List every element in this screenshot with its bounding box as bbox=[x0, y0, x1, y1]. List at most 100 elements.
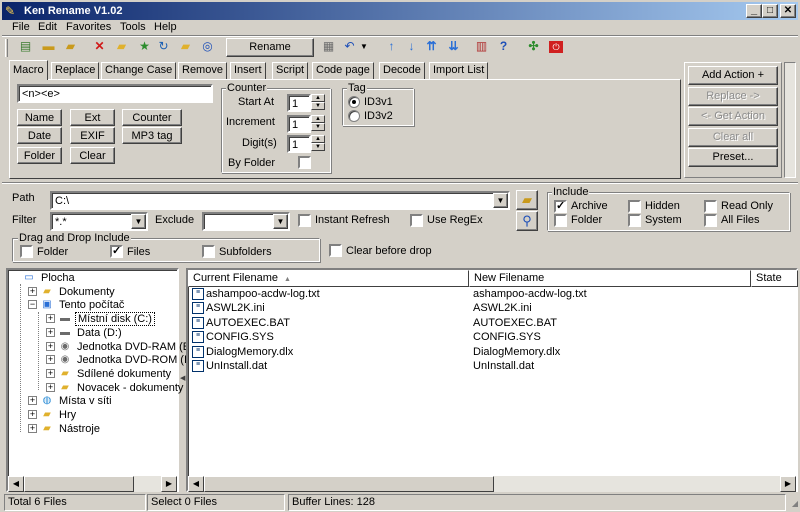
replace-action-button[interactable]: Replace -> bbox=[688, 87, 778, 106]
refresh-icon[interactable]: ↻ bbox=[153, 38, 174, 57]
expand-icon[interactable]: + bbox=[28, 396, 37, 406]
expand-icon[interactable]: + bbox=[28, 423, 37, 433]
spin-down-icon[interactable]: ▼ bbox=[311, 123, 325, 131]
col-new-filename[interactable]: New Filename bbox=[469, 270, 751, 287]
macro-input[interactable]: <n><e> bbox=[17, 84, 213, 103]
archive-checkbox[interactable]: ✓ bbox=[554, 200, 567, 213]
menu-edit[interactable]: Edit bbox=[38, 21, 57, 34]
tab-import-list[interactable]: Import List bbox=[429, 62, 489, 79]
preset-button[interactable]: Preset... bbox=[688, 148, 778, 167]
tree-item[interactable]: + ▰ Dokumenty bbox=[8, 285, 177, 299]
tab-insert[interactable]: Insert bbox=[230, 62, 266, 79]
menu-help[interactable]: Help bbox=[154, 21, 177, 34]
tree-item[interactable]: + ▰ Nástroje bbox=[8, 422, 177, 436]
tree-item[interactable]: + ▰ Novacek - dokumenty bbox=[8, 381, 183, 395]
ext-button[interactable]: Ext bbox=[70, 109, 115, 126]
tree-hscrollbar[interactable]: ◀ ▶ bbox=[8, 476, 177, 492]
scroll-left-icon[interactable]: ◀ bbox=[188, 476, 204, 492]
action-list-scrollbar[interactable] bbox=[784, 62, 796, 178]
increment-spinner[interactable]: ▲ ▼ bbox=[311, 115, 325, 132]
books-icon[interactable]: ▥ bbox=[471, 38, 492, 57]
scroll-left-icon[interactable]: ◀ bbox=[8, 476, 24, 492]
folder-button[interactable]: Folder bbox=[17, 147, 62, 164]
by-folder-checkbox[interactable] bbox=[298, 156, 311, 169]
tab-code-page[interactable]: Code page bbox=[312, 62, 374, 79]
splitter-grip[interactable]: ◀ bbox=[180, 372, 185, 386]
delete-icon[interactable]: ✕ bbox=[89, 38, 110, 57]
dd-subfolders-checkbox[interactable] bbox=[202, 245, 215, 258]
help-icon[interactable]: ? bbox=[493, 38, 514, 57]
file-row[interactable]: ≡ CONFIG.SYS CONFIG.SYS bbox=[188, 330, 796, 344]
scroll-thumb[interactable] bbox=[24, 476, 134, 492]
increment-input[interactable]: 1 bbox=[287, 115, 311, 133]
file-row[interactable]: ≡ UnInstall.dat UnInstall.dat bbox=[188, 359, 796, 373]
browse-folder-icon[interactable]: ▰ bbox=[516, 190, 538, 210]
exit-icon[interactable]: ⏻ bbox=[546, 38, 567, 57]
tree-item[interactable]: + ▬ Místní disk (C:) bbox=[8, 312, 177, 327]
spin-up-icon[interactable]: ▲ bbox=[311, 135, 325, 143]
start-at-spinner[interactable]: ▲ ▼ bbox=[311, 94, 325, 111]
calculator-icon[interactable]: ▦ bbox=[318, 38, 339, 57]
tree-item[interactable]: + ◉ Jednotka DVD-RAM (E bbox=[8, 340, 190, 354]
exclude-dropdown-icon[interactable]: ▼ bbox=[273, 214, 288, 229]
search-icon[interactable]: ⚲ bbox=[516, 211, 538, 231]
undo-dropdown-icon[interactable]: ▼ bbox=[358, 38, 370, 57]
tab-decode[interactable]: Decode bbox=[379, 62, 425, 79]
file-row[interactable]: ≡ ASWL2K.ini ASWL2K.ini bbox=[188, 301, 796, 315]
col-state[interactable]: State bbox=[751, 270, 798, 287]
clear-all-button[interactable]: Clear all bbox=[688, 128, 778, 147]
add-action-button[interactable]: Add Action + bbox=[688, 66, 778, 85]
mp3-tag-button[interactable]: MP3 tag bbox=[122, 127, 182, 144]
use-regex-checkbox[interactable] bbox=[410, 214, 423, 227]
path-dropdown-icon[interactable]: ▼ bbox=[493, 193, 508, 208]
tab-change-case[interactable]: Change Case bbox=[101, 62, 177, 79]
file-row[interactable]: ≡ ashampoo-acdw-log.txt ashampoo-acdw-log.… bbox=[188, 287, 796, 301]
maximize-button[interactable]: □ bbox=[762, 4, 778, 18]
expand-icon[interactable]: + bbox=[46, 341, 55, 351]
options-icon[interactable]: ✣ bbox=[523, 38, 544, 57]
move-top-icon[interactable]: ⇈ bbox=[421, 38, 442, 57]
size-grip[interactable]: ◢ bbox=[786, 498, 798, 510]
tab-remove[interactable]: Remove bbox=[178, 62, 227, 79]
read-only-checkbox[interactable] bbox=[704, 200, 717, 213]
collapse-icon[interactable]: − bbox=[28, 300, 37, 310]
instant-refresh-checkbox[interactable] bbox=[298, 214, 311, 227]
favorite-folder-icon[interactable]: ★ bbox=[134, 38, 155, 57]
rename-button[interactable]: Rename bbox=[226, 38, 314, 57]
scroll-thumb[interactable] bbox=[204, 476, 494, 492]
date-button[interactable]: Date bbox=[17, 127, 62, 144]
file-row[interactable]: ≡ DialogMemory.dlx DialogMemory.dlx bbox=[188, 345, 796, 359]
title-bar[interactable]: ✎ Ken Rename V1.02 _ □ ✕ bbox=[2, 2, 798, 20]
move-bottom-icon[interactable]: ⇊ bbox=[443, 38, 464, 57]
clear-button[interactable]: Clear bbox=[70, 147, 115, 164]
tree-item[interactable]: + ▬ Data (D:) bbox=[8, 326, 177, 340]
spin-down-icon[interactable]: ▼ bbox=[311, 143, 325, 151]
get-action-button[interactable]: <- Get Action bbox=[688, 107, 778, 126]
hidden-checkbox[interactable] bbox=[628, 200, 641, 213]
folder-include-checkbox[interactable] bbox=[554, 214, 567, 227]
target-icon[interactable]: ◎ bbox=[197, 38, 218, 57]
folder-up-icon[interactable]: ▰ bbox=[175, 38, 196, 57]
tree-item[interactable]: + ▰ Hry bbox=[8, 408, 177, 422]
expand-icon[interactable]: + bbox=[28, 410, 37, 419]
scroll-right-icon[interactable]: ▶ bbox=[161, 476, 177, 492]
new-file-icon[interactable]: ▤ bbox=[15, 38, 36, 57]
menu-tools[interactable]: Tools bbox=[120, 21, 146, 34]
expand-icon[interactable]: + bbox=[46, 368, 55, 378]
start-at-input[interactable]: 1 bbox=[287, 94, 311, 112]
folder-icon[interactable]: ▰ bbox=[111, 38, 132, 57]
open-folder-icon[interactable]: ▰ bbox=[60, 38, 81, 57]
tree-item[interactable]: ▭ Plocha bbox=[8, 271, 177, 285]
spin-up-icon[interactable]: ▲ bbox=[311, 94, 325, 102]
expand-icon[interactable]: + bbox=[46, 327, 55, 337]
all-files-checkbox[interactable] bbox=[704, 214, 717, 227]
tab-macro[interactable]: Macro bbox=[9, 60, 48, 80]
close-button[interactable]: ✕ bbox=[780, 4, 796, 18]
tree-item[interactable]: + ▰ Sdílené dokumenty bbox=[8, 367, 177, 381]
file-row[interactable]: ≡ AUTOEXEC.BAT AUTOEXEC.BAT bbox=[188, 316, 796, 330]
spin-down-icon[interactable]: ▼ bbox=[311, 102, 325, 110]
tree-item[interactable]: + ◍ Místa v síti bbox=[8, 394, 177, 408]
open-file-icon[interactable]: ▬ bbox=[38, 38, 59, 57]
tab-script[interactable]: Script bbox=[272, 62, 309, 79]
counter-button[interactable]: Counter bbox=[122, 109, 182, 126]
